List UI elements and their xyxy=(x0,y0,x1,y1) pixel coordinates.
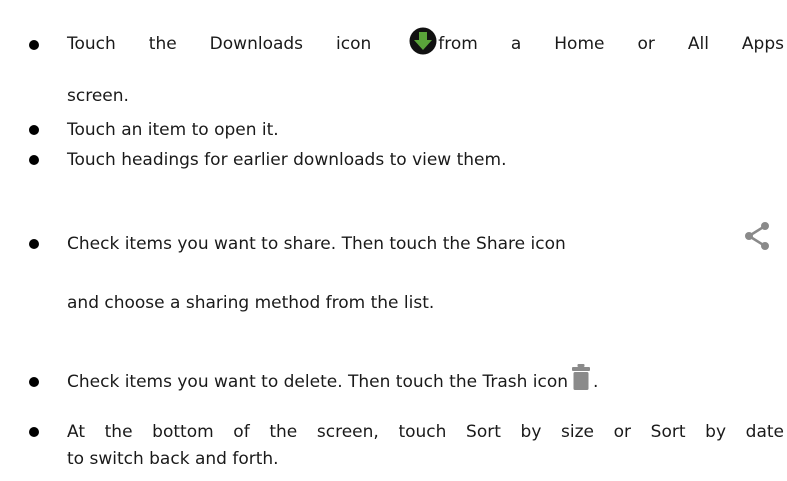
list-item: At the bottom of the screen, touch Sort … xyxy=(67,420,784,444)
list-item-continuation: to switch back and forth. xyxy=(67,447,279,471)
item-text: screen. xyxy=(67,86,129,106)
bullet-marker xyxy=(29,427,39,437)
item-text: Check items you want to delete. Then tou… xyxy=(67,372,569,392)
bullet-marker xyxy=(29,377,39,387)
bullet-marker xyxy=(29,125,39,135)
list-item-continuation: and choose a sharing method from the lis… xyxy=(67,291,434,315)
bullet-marker xyxy=(29,239,39,249)
item-text: Touch the Downloads icon xyxy=(67,34,372,54)
bullet-marker xyxy=(29,155,39,165)
share-icon xyxy=(743,221,771,251)
item-text: At the bottom of the screen, touch Sort … xyxy=(67,422,784,442)
instructions-document: Touch the Downloads icon from a Home or … xyxy=(0,0,787,481)
trash-icon xyxy=(569,363,593,391)
item-text: to switch back and forth. xyxy=(67,449,279,469)
list-item-continuation: screen. xyxy=(67,84,129,108)
item-text: from a Home or All Apps xyxy=(438,34,784,54)
item-text: . xyxy=(593,372,599,392)
list-item: Check items you want to share. Then touc… xyxy=(67,232,566,256)
list-item: Touch headings for earlier downloads to … xyxy=(67,148,506,172)
item-text: Check items you want to share. Then touc… xyxy=(67,234,566,254)
list-item: Touch the Downloads icon from a Home or … xyxy=(67,27,784,56)
download-icon xyxy=(408,26,438,56)
bullet-marker xyxy=(29,40,39,50)
list-item: Touch an item to open it. xyxy=(67,118,279,142)
item-text: Touch headings for earlier downloads to … xyxy=(67,150,507,170)
list-item: Check items you want to delete. Then tou… xyxy=(67,364,599,394)
item-text: and choose a sharing method from the lis… xyxy=(67,293,435,313)
item-text: Touch an item to open it. xyxy=(67,120,279,140)
